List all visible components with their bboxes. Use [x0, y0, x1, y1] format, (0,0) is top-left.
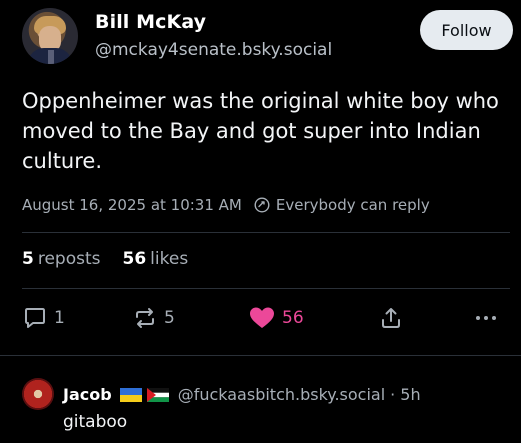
repost-count: 5	[164, 308, 175, 328]
engagement-stats: 5 reposts 56 likes	[22, 249, 188, 269]
reply-time[interactable]: 5h	[400, 385, 420, 404]
reply-text: gitaboo	[63, 412, 128, 432]
reply-icon	[25, 308, 45, 328]
reply-header: Jacob @fuckaasbitch.bsky.social · 5h	[63, 385, 421, 404]
reply-settings-icon[interactable]	[254, 197, 270, 213]
follow-button[interactable]: Follow	[420, 10, 513, 50]
reply-button[interactable]: 1	[22, 305, 65, 331]
share-button[interactable]	[378, 305, 404, 331]
author-name[interactable]: Bill McKay	[95, 11, 206, 33]
repost-icon	[136, 308, 154, 328]
divider	[22, 232, 510, 233]
author-handle[interactable]: @mckay4senate.bsky.social	[95, 40, 332, 60]
reposts-stat[interactable]: 5 reposts	[22, 249, 101, 269]
ellipsis-icon	[476, 316, 496, 320]
ukraine-flag-icon	[119, 387, 142, 402]
reply-post[interactable]: Jacob @fuckaasbitch.bsky.social · 5h git…	[0, 356, 521, 443]
reply-author-avatar[interactable]	[22, 378, 54, 410]
divider	[22, 288, 510, 289]
reply-count: 1	[54, 308, 65, 328]
author-avatar[interactable]	[22, 8, 78, 64]
post-text: Oppenheimer was the original white boy w…	[22, 89, 499, 173]
reply-author-handle[interactable]: @fuckaasbitch.bsky.social	[178, 385, 385, 404]
post-timestamp[interactable]: August 16, 2025 at 10:31 AM	[22, 196, 242, 214]
share-icon	[382, 308, 400, 328]
like-count: 56	[282, 308, 304, 328]
palestine-flag-icon	[146, 387, 169, 402]
like-button[interactable]: 56	[248, 305, 304, 331]
reply-setting-text[interactable]: Everybody can reply	[276, 196, 430, 214]
more-options-button[interactable]	[473, 305, 499, 331]
reply-author-name[interactable]: Jacob	[63, 385, 112, 404]
heart-icon	[250, 307, 274, 328]
likes-stat[interactable]: 56 likes	[123, 249, 189, 269]
post-meta: August 16, 2025 at 10:31 AM Everybody ca…	[22, 196, 430, 214]
repost-button[interactable]: 5	[132, 305, 175, 331]
post-actions: 1 5 56	[22, 305, 512, 337]
time-separator: ·	[390, 385, 396, 404]
